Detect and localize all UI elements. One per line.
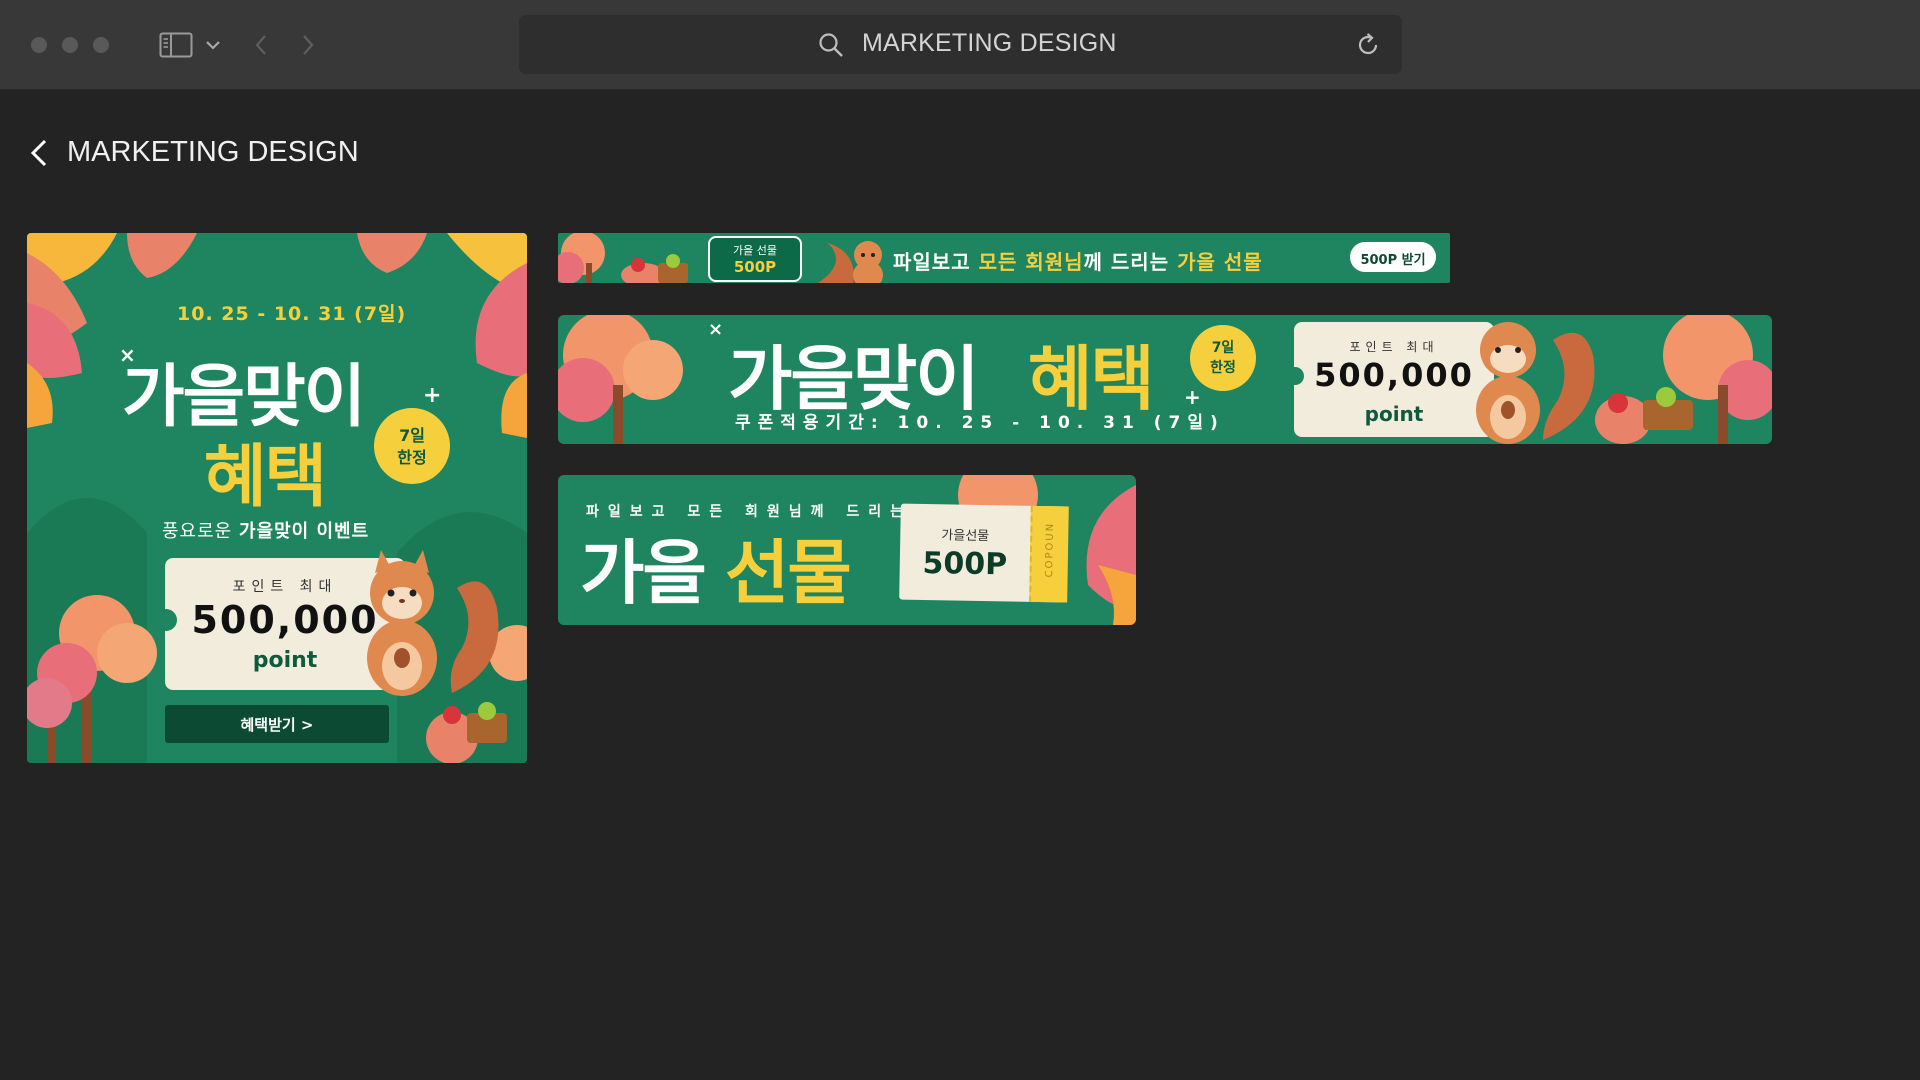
squirrel-illustration — [1476, 322, 1595, 444]
limited-badge: 7일 한정 — [374, 408, 450, 484]
sidebar-menu-button[interactable] — [203, 35, 223, 55]
headline-line-2: 혜택 — [204, 438, 327, 517]
squirrel-illustration — [367, 550, 499, 696]
reload-icon[interactable] — [1355, 32, 1381, 58]
back-button[interactable] — [250, 31, 272, 59]
forward-button[interactable] — [297, 31, 319, 59]
wide-banner[interactable]: × 가을맞이 혜택 7일 한정 + 쿠폰적용기간: 10. 25 - 10. 3… — [558, 315, 1772, 444]
thin-banner-message: 파일보고 모든 회원님께 드리는 가을 선물 — [893, 250, 1263, 274]
sidebar-toggle-button[interactable] — [158, 31, 194, 59]
minimize-window-button[interactable] — [62, 37, 78, 53]
close-window-button[interactable] — [31, 37, 47, 53]
coupon-stub: COPOUN — [1029, 505, 1069, 603]
zoom-window-button[interactable] — [93, 37, 109, 53]
square-banner[interactable]: 10. 25 - 10. 31 (7일) 가을맞이 혜택 × + 7일 한정 풍… — [27, 233, 527, 763]
sparkle-x-icon: × — [119, 343, 136, 367]
event-subtitle: 풍요로운 가을맞이 이벤트 — [162, 521, 370, 542]
coupon-period: 쿠폰적용기간: 10. 25 - 10. 31 (7일) — [735, 413, 1225, 433]
sidebar-icon — [159, 32, 193, 58]
coupon-card: 가을선물 500P COPOUN — [899, 503, 1069, 603]
browser-toolbar: MARKETING DESIGN — [0, 0, 1920, 90]
sparkle-plus-icon: + — [423, 383, 442, 408]
address-text: MARKETING DESIGN — [862, 29, 1117, 57]
back-arrow-icon[interactable] — [28, 138, 50, 168]
thin-banner[interactable]: 가을 선물 500P 파일보고 모든 회원님께 드리는 가을 선물 500P 받… — [558, 233, 1450, 283]
medium-headline-1: 가을 — [580, 532, 707, 614]
search-icon — [819, 33, 843, 57]
card-notch — [1286, 367, 1304, 385]
address-bar[interactable]: MARKETING DESIGN — [519, 15, 1402, 74]
chevron-down-icon — [206, 41, 220, 50]
card-notch — [155, 609, 177, 631]
back-icon — [255, 35, 266, 55]
get-benefit-button[interactable]: 혜택받기 > — [165, 705, 389, 743]
sparkle-plus-icon: + — [1184, 385, 1201, 409]
forward-icon — [303, 35, 314, 55]
event-date: 10. 25 - 10. 31 (7일) — [177, 303, 407, 325]
page-title: MARKETING DESIGN — [67, 136, 359, 168]
gift-ticket: 가을 선물 500P — [708, 236, 802, 282]
medium-banner[interactable]: 파일보고 모든 회원님께 드리는 가을 선물 가을선물 500P COPOUN — [558, 475, 1136, 625]
medium-headline-2: 선물 — [725, 532, 852, 614]
sparkle-x-icon: × — [708, 319, 724, 340]
wide-limited-badge: 7일 한정 — [1190, 325, 1256, 391]
get-500p-button[interactable]: 500P 받기 — [1350, 242, 1436, 272]
